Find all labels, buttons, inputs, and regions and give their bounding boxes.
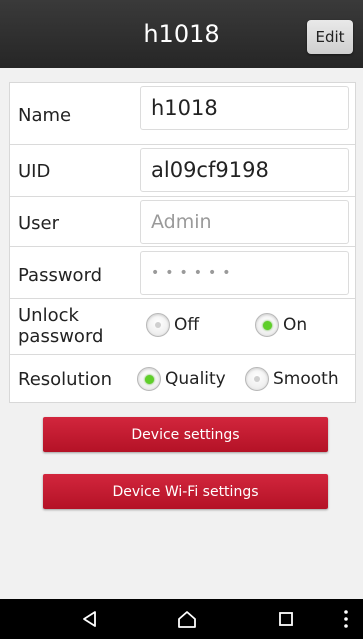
navigation-bar	[0, 599, 363, 639]
radio-unchecked-icon	[245, 367, 269, 391]
back-icon[interactable]	[70, 599, 110, 639]
resolution-label: Resolution	[18, 369, 113, 390]
unlock-password-row: Unlock password Off On	[10, 299, 355, 355]
device-detail-screen: h1018 Edit Name h1018 UID al09cf9198 Use…	[0, 0, 363, 639]
unlock-on-label: On	[283, 315, 308, 335]
name-label: Name	[18, 105, 72, 126]
home-icon[interactable]	[167, 599, 207, 639]
unlock-label-line1: Unlock	[18, 305, 79, 326]
radio-checked-icon	[255, 313, 279, 337]
resolution-quality-radio[interactable]: Quality	[137, 367, 226, 391]
password-label: Password	[18, 265, 103, 286]
header-bar: h1018 Edit	[0, 0, 363, 68]
name-field[interactable]: h1018	[140, 86, 349, 130]
resolution-row: Resolution Quality Smooth	[10, 355, 355, 404]
name-row: Name h1018	[10, 83, 355, 145]
user-row: User Admin	[10, 197, 355, 247]
radio-unchecked-icon	[146, 313, 170, 337]
resolution-smooth-label: Smooth	[273, 369, 339, 389]
device-info-form: Name h1018 UID al09cf9198 User Admin Pas…	[9, 82, 356, 403]
user-label: User	[18, 213, 60, 234]
resolution-smooth-radio[interactable]: Smooth	[245, 367, 339, 391]
resolution-quality-label: Quality	[165, 369, 226, 389]
recents-icon[interactable]	[266, 599, 306, 639]
menu-icon[interactable]	[336, 599, 356, 639]
password-row: Password ••••••	[10, 247, 355, 299]
unlock-off-label: Off	[174, 315, 200, 335]
radio-checked-icon	[137, 367, 161, 391]
uid-row: UID al09cf9198	[10, 145, 355, 197]
unlock-on-radio[interactable]: On	[255, 313, 307, 337]
unlock-label-line2: password	[18, 326, 104, 347]
user-field[interactable]: Admin	[140, 200, 349, 244]
uid-label: UID	[18, 161, 51, 182]
device-settings-button[interactable]: Device settings	[43, 417, 328, 452]
unlock-off-radio[interactable]: Off	[146, 313, 199, 337]
password-field[interactable]: ••••••	[140, 251, 349, 295]
device-wifi-settings-button[interactable]: Device Wi-Fi settings	[43, 474, 328, 509]
edit-button[interactable]: Edit	[307, 20, 353, 54]
unlock-password-label: Unlock password	[18, 305, 103, 347]
uid-field[interactable]: al09cf9198	[140, 148, 349, 192]
